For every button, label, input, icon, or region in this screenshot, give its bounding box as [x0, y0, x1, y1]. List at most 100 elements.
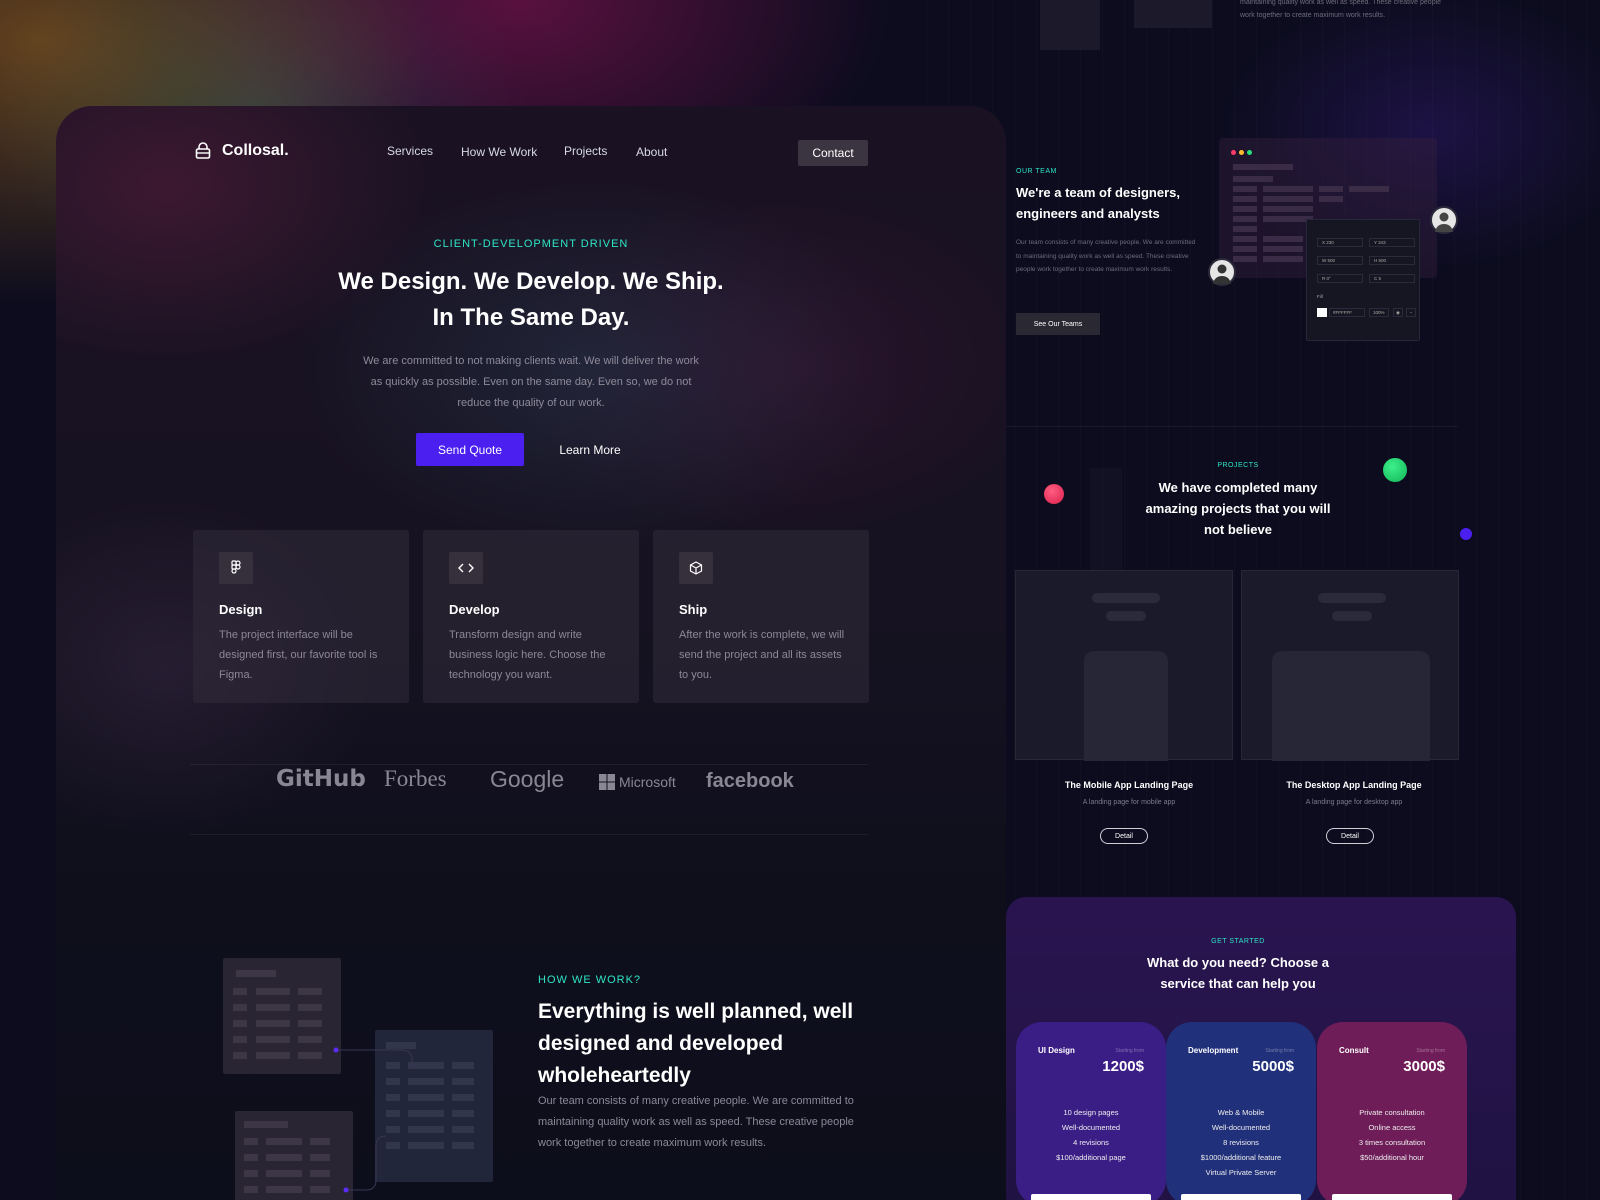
plan-starting: Starting from [1265, 1048, 1294, 1054]
fill-label: Fill [1317, 294, 1323, 299]
hero-description: We are committed to not making clients w… [363, 355, 699, 409]
decor-column [1090, 468, 1122, 570]
pricing-card-consult: Consult Starting from 3000$ Private cons… [1317, 1022, 1467, 1200]
fill-value[interactable]: #FFFFFF [1329, 308, 1365, 317]
service-desc: The project interface will be designed f… [219, 629, 378, 681]
prop-r[interactable]: R 0° [1317, 274, 1363, 283]
nav-how-we-work[interactable]: How We Work [461, 145, 537, 159]
brand-github: GitHub [276, 766, 366, 792]
plan-feature: 3 times consultation [1358, 1138, 1426, 1147]
bag-icon [195, 142, 211, 159]
brand-facebook: facebook [706, 770, 794, 792]
hero-eyebrow: CLIENT-DEVELOPMENT DRIVEN [433, 238, 629, 250]
project-desc: A landing page for mobile app [1082, 799, 1176, 806]
plan-name: UI Design [1038, 1046, 1075, 1055]
plan-starting: Starting from [1115, 1048, 1144, 1054]
plan-feature: Private consultation [1359, 1108, 1425, 1117]
workflow-lines [233, 970, 474, 1193]
detail-button[interactable]: Detail [1326, 828, 1374, 844]
contact-button[interactable]: Contact [798, 140, 868, 166]
plan-price: 3000$ [1403, 1058, 1445, 1075]
avatar [1430, 206, 1458, 234]
divider [1006, 426, 1458, 427]
service-title: Design [219, 602, 263, 617]
pricing-title: What do you need? Choose a service that … [1146, 955, 1329, 991]
plan-feature: Virtual Private Server [1205, 1168, 1277, 1177]
brand-forbes: Forbes [384, 766, 447, 791]
project-title: The Mobile App Landing Page [1064, 780, 1194, 790]
plan-feature: 8 revisions [1223, 1138, 1259, 1147]
pricing-card-ui-design: UI Design Starting from 1200$ 10 design … [1016, 1022, 1166, 1200]
window-dots [1231, 150, 1252, 155]
plan-feature: Well-documented [1211, 1123, 1271, 1132]
person-icon [1435, 212, 1453, 232]
fill-opacity[interactable]: 100% [1369, 308, 1389, 317]
hero-title-line-2: In The Same Day. [432, 304, 630, 331]
box-icon [679, 552, 713, 584]
brand-microsoft-text: Microsoft [619, 774, 676, 790]
prop-h[interactable]: H 500 [1369, 256, 1415, 265]
pricing-card-development: Development Starting from 5000$ Web & Mo… [1166, 1022, 1316, 1200]
snippet-image-2 [1134, 0, 1212, 28]
plan-price: 1200$ [1102, 1058, 1144, 1075]
service-desc: Transform design and write business logi… [449, 629, 606, 681]
logo-text: Collosal. [222, 142, 289, 159]
team-desc: Our team consists of many creative peopl… [1016, 239, 1196, 273]
plan-select-button[interactable] [1031, 1194, 1151, 1200]
eye-icon[interactable]: ◉ [1393, 308, 1403, 317]
plan-name: Development [1188, 1046, 1239, 1055]
main-landing-card: Collosal. Services How We Work Projects … [56, 106, 1006, 1200]
prop-w[interactable]: W 500 [1317, 256, 1363, 265]
project-desc: A landing page for desktop app [1305, 799, 1403, 806]
projects-eyebrow: PROJECTS [1217, 462, 1259, 469]
pricing-eyebrow: GET STARTED [1211, 938, 1265, 945]
minus-icon[interactable]: − [1406, 308, 1416, 317]
divider [190, 834, 868, 835]
brand-microsoft: Microsoft [599, 774, 676, 790]
divider [190, 764, 868, 765]
service-title: Develop [449, 602, 500, 617]
see-our-teams-button[interactable]: See Our Teams [1016, 313, 1100, 335]
project-card-desktop[interactable] [1241, 570, 1459, 761]
plan-select-button[interactable] [1181, 1194, 1301, 1200]
learn-more-button[interactable]: Learn More [550, 433, 630, 466]
decor-dot-green [1383, 458, 1407, 482]
brand-google: Google [490, 766, 565, 792]
microsoft-logo-icon [599, 774, 615, 790]
hero-title: We Design. We Develop. We Ship. In The S… [56, 264, 1006, 336]
nav-services[interactable]: Services [387, 144, 433, 158]
plan-feature: Online access [1368, 1123, 1416, 1132]
send-quote-button[interactable]: Send Quote [416, 433, 524, 466]
plan-select-button[interactable] [1332, 1194, 1452, 1200]
service-title: Ship [679, 602, 708, 617]
code-icon [449, 552, 483, 584]
project-title: The Desktop App Landing Page [1286, 780, 1422, 790]
plan-starting: Starting from [1416, 1048, 1445, 1054]
plan-name: Consult [1339, 1046, 1369, 1055]
plan-feature: $50/additional hour [1360, 1153, 1424, 1162]
hero-title-line-1: We Design. We Develop. We Ship. [338, 268, 724, 295]
snippet-image-1 [1040, 0, 1100, 50]
service-card-develop: Develop Transform design and write busin… [423, 530, 639, 703]
prop-y[interactable]: Y 343 [1369, 238, 1415, 247]
nav-about[interactable]: About [636, 145, 667, 159]
prop-x[interactable]: X 230 [1317, 238, 1363, 247]
person-icon [1213, 264, 1231, 284]
fill-swatch[interactable] [1317, 308, 1327, 317]
how-we-work-title: Everything is well planned, well designe… [538, 1000, 854, 1087]
plan-feature: 4 revisions [1073, 1138, 1109, 1147]
plan-feature: $100/additional page [1056, 1153, 1126, 1162]
how-we-work-desc: Our team consists of many creative peopl… [538, 1095, 854, 1149]
page: maintaining quality work as well as spee… [0, 0, 1600, 1200]
prop-c[interactable]: C 5 [1369, 274, 1415, 283]
logo[interactable]: Collosal. [194, 142, 289, 160]
detail-button[interactable]: Detail [1100, 828, 1148, 844]
project-card-mobile[interactable] [1015, 570, 1233, 761]
nav-projects[interactable]: Projects [564, 144, 607, 158]
properties-panel: X 230 Y 343 W 500 H 500 R 0° C 5 Fill #F… [1306, 219, 1420, 341]
service-desc: After the work is complete, we will send… [679, 629, 845, 681]
figma-icon [219, 552, 253, 584]
service-card-ship: Ship After the work is complete, we will… [653, 530, 869, 703]
decor-dot-red [1044, 484, 1064, 504]
team-title: We're a team of designers, engineers and… [1016, 185, 1180, 221]
